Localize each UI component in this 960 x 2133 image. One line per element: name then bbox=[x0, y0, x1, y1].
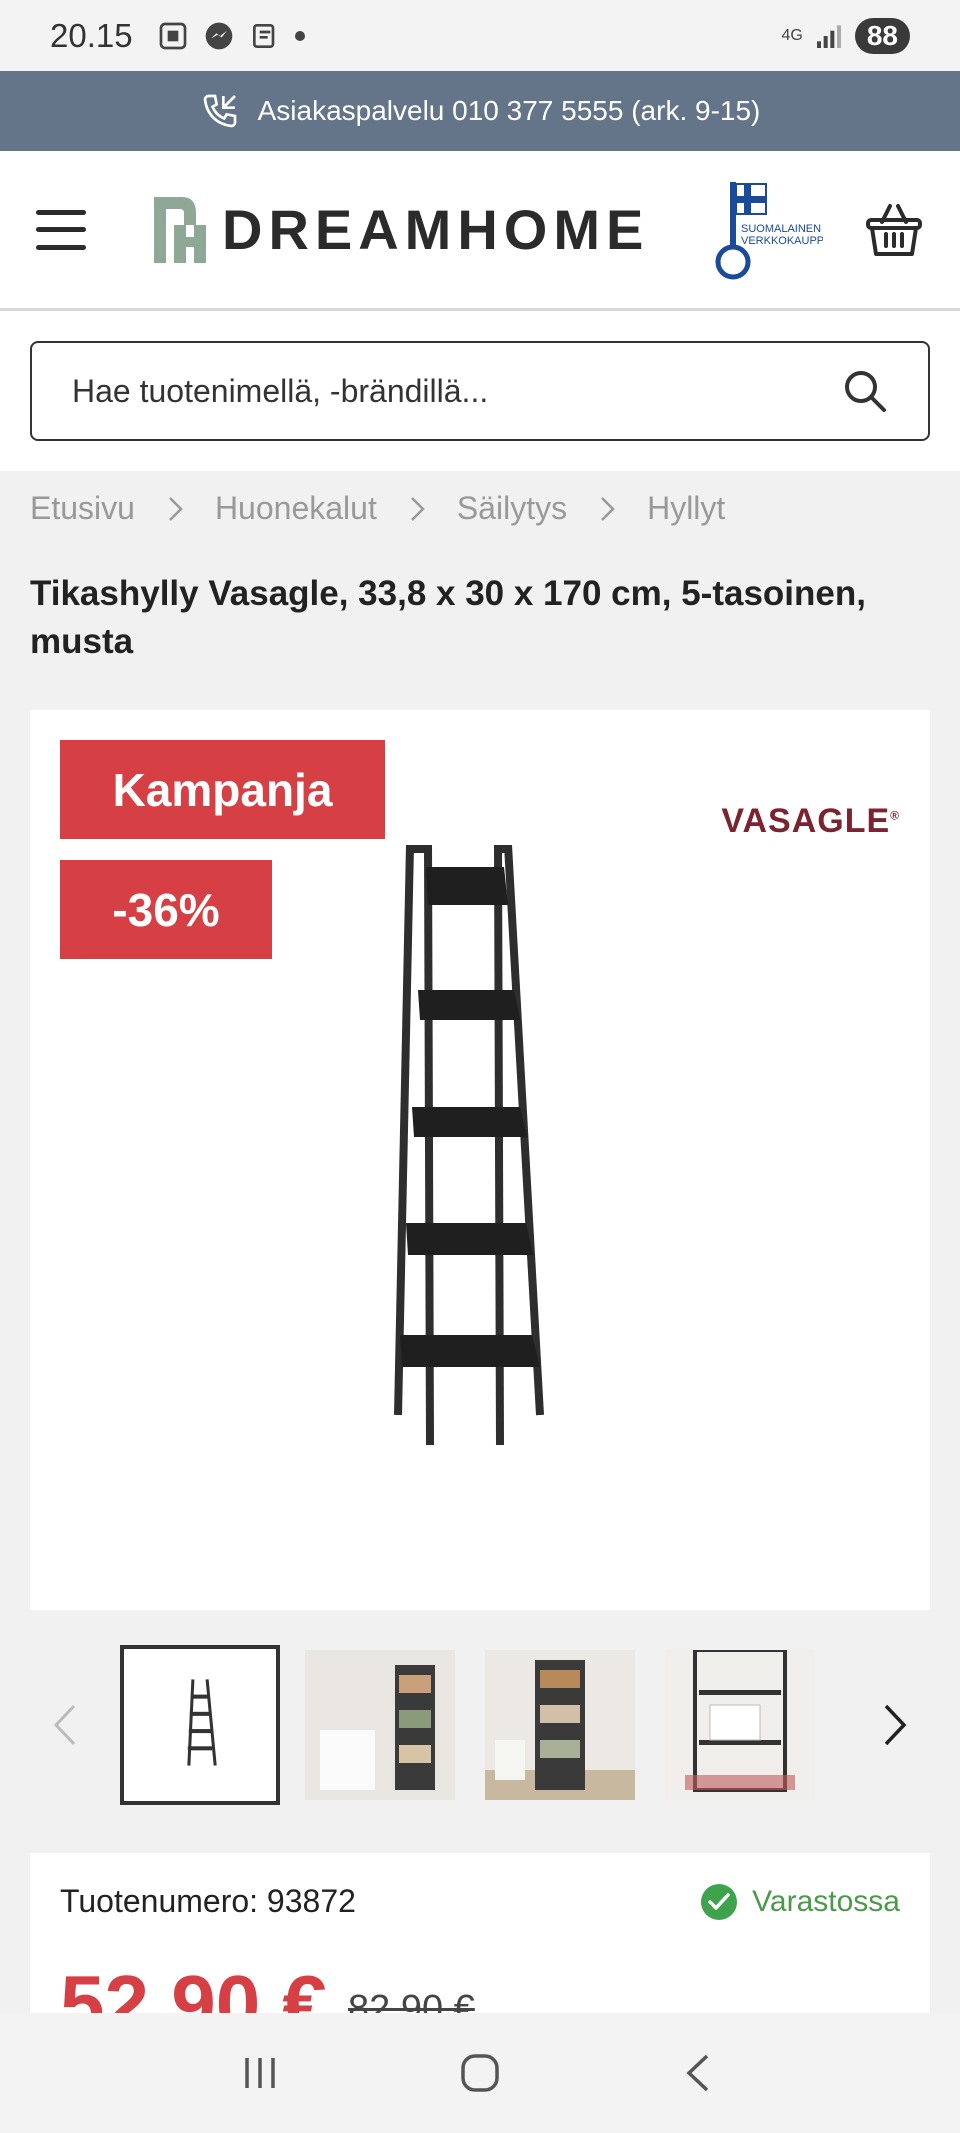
battery-level: 88 bbox=[854, 17, 910, 54]
chevron-right-icon bbox=[601, 496, 615, 521]
status-time: 20.15 bbox=[50, 16, 133, 54]
screenshot-icon bbox=[159, 22, 186, 49]
shopping-basket-icon[interactable] bbox=[864, 200, 924, 260]
badge-line2: VERKKOKAUPPA bbox=[741, 235, 823, 247]
search-input[interactable] bbox=[72, 372, 842, 410]
site-logo[interactable]: DREAMHOME bbox=[152, 195, 649, 265]
thumbnail-4[interactable] bbox=[665, 1650, 815, 1800]
breadcrumb-home[interactable]: Etusivu bbox=[30, 490, 135, 527]
chevron-right-icon bbox=[169, 496, 183, 521]
brand-logo[interactable]: VASAGLE® bbox=[721, 802, 900, 841]
thumbnail-3[interactable] bbox=[485, 1650, 635, 1800]
thumbnail-1-image bbox=[124, 1649, 276, 1801]
breadcrumb-furniture[interactable]: Huonekalut bbox=[215, 490, 377, 527]
messenger-icon bbox=[205, 22, 232, 49]
back-icon[interactable] bbox=[675, 2048, 725, 2098]
thumbnail-2[interactable] bbox=[305, 1650, 455, 1800]
thumbnail-1[interactable] bbox=[120, 1645, 280, 1805]
recent-apps-icon[interactable] bbox=[235, 2048, 285, 2098]
phone-icon bbox=[203, 94, 236, 128]
product-info-card: Tuotenumero: 93872 Varastossa 52,90 € 82… bbox=[30, 1853, 930, 2013]
network-type: 4G bbox=[781, 26, 803, 44]
thumbnail-3-image bbox=[485, 1650, 635, 1800]
badge-line1: SUOMALAINEN bbox=[741, 223, 821, 235]
hamburger-menu-icon[interactable] bbox=[36, 209, 86, 250]
thumbnail-strip bbox=[0, 1640, 960, 1810]
site-header: DREAMHOME SUOMALAINEN VERKKOKAUPPA bbox=[0, 151, 960, 311]
status-bar: 20.15 4G 88 bbox=[0, 0, 960, 71]
campaign-badge: Kampanja bbox=[60, 740, 385, 839]
stock-text: Varastossa bbox=[752, 1885, 900, 1918]
thumbnail-4-image bbox=[665, 1650, 815, 1800]
stock-status: Varastossa bbox=[700, 1883, 900, 1921]
chevron-right-icon bbox=[410, 496, 425, 521]
logo-text: DREAMHOME bbox=[222, 198, 650, 261]
breadcrumb-storage[interactable]: Säilytys bbox=[457, 490, 567, 527]
more-notifications-dot bbox=[294, 30, 305, 41]
search-icon[interactable] bbox=[842, 368, 888, 414]
breadcrumb-shelves[interactable]: Hyllyt bbox=[647, 490, 725, 527]
original-price: 82,90 € bbox=[348, 1988, 475, 2013]
product-image-gallery[interactable]: Kampanja -36% VASAGLE® bbox=[30, 710, 930, 1610]
brand-name: VASAGLE bbox=[721, 802, 891, 840]
system-navigation-bar bbox=[0, 2013, 960, 2133]
home-icon[interactable] bbox=[455, 2048, 505, 2098]
search-section bbox=[0, 311, 960, 471]
current-price: 52,90 € bbox=[60, 1959, 327, 2013]
product-title: Tikashylly Vasagle, 33,8 x 30 x 170 cm, … bbox=[30, 574, 866, 661]
search-box[interactable] bbox=[30, 341, 930, 441]
product-image[interactable] bbox=[390, 845, 590, 1445]
thumbnail-2-image bbox=[305, 1650, 455, 1800]
chevron-left-icon[interactable] bbox=[50, 1700, 80, 1750]
product-number: Tuotenumero: 93872 bbox=[60, 1883, 356, 1919]
signal-icon bbox=[816, 24, 841, 48]
discount-badge: -36% bbox=[60, 860, 272, 959]
finnish-webshop-badge-icon: SUOMALAINEN VERKKOKAUPPA bbox=[715, 181, 823, 279]
check-circle-icon bbox=[701, 1884, 738, 1920]
breadcrumb: Etusivu Huonekalut Säilytys Hyllyt bbox=[30, 490, 725, 527]
dreamhome-logo-mark-icon bbox=[154, 196, 206, 263]
customer-service-bar[interactable]: Asiakaspalvelu 010 377 5555 (ark. 9-15) bbox=[0, 71, 960, 151]
notification-app-icon bbox=[252, 23, 274, 48]
customer-service-text: Asiakaspalvelu 010 377 5555 (ark. 9-15) bbox=[257, 95, 761, 126]
chevron-right-icon[interactable] bbox=[880, 1700, 910, 1750]
